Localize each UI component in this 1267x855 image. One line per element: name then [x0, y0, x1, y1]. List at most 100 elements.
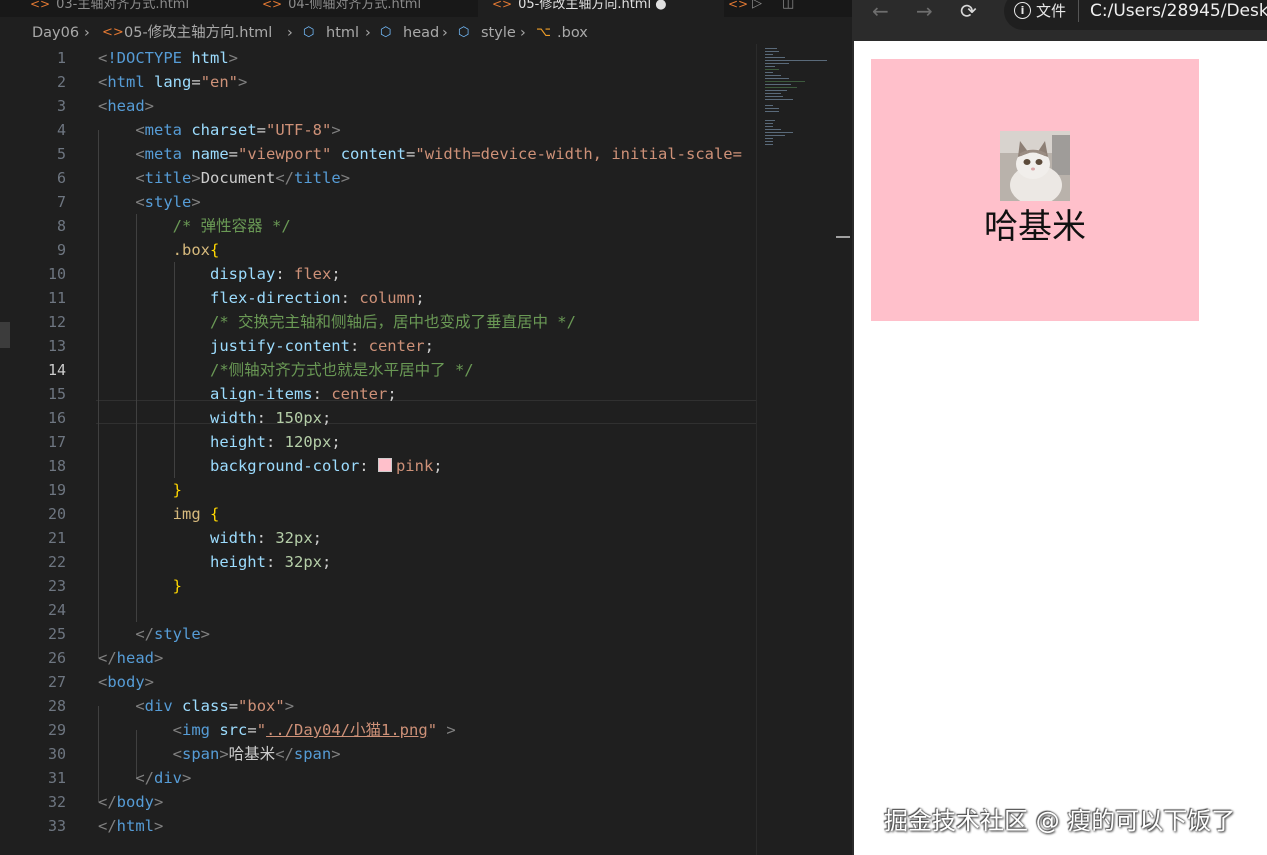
code-text: <head>	[98, 97, 155, 115]
code-text: </html>	[98, 817, 164, 835]
breadcrumb: Day06 › <> 05-修改主轴方向.html › ⬡ html › ⬡ h…	[0, 22, 852, 44]
minimap-line	[765, 87, 797, 88]
tab-label: 05-修改主轴方向.html	[518, 0, 652, 12]
code-text: }	[98, 577, 182, 595]
breadcrumb-folder[interactable]: Day06	[32, 22, 79, 44]
line-number: 4	[56, 121, 66, 139]
line-number: 29	[47, 721, 66, 739]
minimap-line	[765, 105, 773, 106]
minimap-line	[765, 129, 781, 130]
flex-box: 哈基米	[871, 59, 1199, 321]
minimap-line	[765, 132, 793, 133]
code-text: width: 32px;	[209, 529, 322, 547]
code-line: 3 <head>	[0, 94, 756, 118]
info-icon[interactable]: i	[1014, 2, 1031, 19]
minimap-line	[765, 54, 773, 55]
code-line: 21 width: 32px;	[0, 526, 756, 550]
file-scheme-chip[interactable]: 文件	[1036, 1, 1066, 21]
chevron-right-icon: ›	[84, 25, 90, 41]
scroll-position-marker[interactable]	[836, 236, 850, 238]
minimap-line	[765, 123, 773, 124]
tab-04[interactable]: <> 04-侧轴对齐方式.html	[262, 0, 421, 17]
breadcrumb-head[interactable]: head	[403, 22, 439, 44]
breadcrumb-box[interactable]: .box	[557, 22, 588, 44]
html-file-icon: <>	[492, 0, 513, 11]
line-number: 17	[47, 433, 66, 451]
address-bar[interactable]: i 文件 C:/Users/28945/Desk	[1004, 0, 1267, 30]
breadcrumb-style[interactable]: style	[481, 22, 516, 44]
code-text: <body>	[98, 673, 155, 691]
code-text: </body>	[98, 793, 164, 811]
code-line: 26 </head>	[0, 646, 756, 670]
code-editor[interactable]: <> 03-主轴对齐方式.html <> 04-侧轴对齐方式.html <> 05-修…	[0, 0, 852, 855]
minimap-line	[765, 135, 785, 136]
tab-overflow[interactable]: <>	[728, 0, 754, 17]
minimap[interactable]	[756, 44, 837, 855]
line-number: 21	[47, 529, 66, 547]
code-line: 20 img {	[0, 502, 756, 526]
code-line: 11 flex-direction: column;	[0, 286, 756, 310]
code-line: 22 height: 32px;	[0, 550, 756, 574]
color-swatch[interactable]	[377, 458, 392, 472]
browser-toolbar: ← → ⟳ i 文件 C:/Users/28945/Desk	[854, 0, 1267, 41]
line-number: 11	[47, 289, 66, 307]
cat-photo-icon	[1000, 131, 1070, 201]
back-arrow-icon[interactable]: ←	[872, 0, 889, 24]
code-text: <!DOCTYPE html>	[98, 49, 239, 67]
code-line: 2 <html lang="en">	[0, 70, 756, 94]
line-number: 22	[47, 553, 66, 571]
line-number: 10	[47, 265, 66, 283]
code-line: 29 <img src="../Day04/小猫1.png" >	[0, 718, 756, 742]
tab-label: 04-侧轴对齐方式.html	[288, 0, 422, 12]
code-line: 7 <style>	[0, 190, 756, 214]
line-number: 7	[56, 193, 66, 211]
line-number: 9	[56, 241, 66, 259]
line-number: 18	[47, 457, 66, 475]
line-number: 2	[56, 73, 66, 91]
vertical-scrollbar[interactable]	[836, 44, 852, 855]
minimap-line	[765, 51, 779, 52]
minimap-line	[765, 144, 773, 145]
code-text: /* 交换完主轴和侧轴后，居中也变成了垂直居中 */	[98, 313, 576, 331]
code-text: </div>	[135, 769, 192, 787]
line-number: 12	[47, 313, 66, 331]
chevron-right-icon: ›	[520, 25, 526, 41]
code-line: 1 <!DOCTYPE html>	[0, 46, 756, 70]
minimap-line	[765, 120, 775, 121]
forward-arrow-icon[interactable]: →	[916, 0, 933, 24]
tab-05[interactable]: <> 05-修改主轴方向.html ●	[478, 0, 724, 17]
line-number: 26	[47, 649, 66, 667]
code-text: <meta name="viewport" content="width=dev…	[135, 145, 742, 163]
code-text: display: flex;	[209, 265, 341, 283]
code-line: 32 </body>	[0, 790, 756, 814]
code-line: 18 background-color: pink;	[0, 454, 756, 478]
rendered-page: 哈基米 掘金技术社区 @ 瘦的可以下饭了	[854, 41, 1267, 855]
element-icon: ⬡	[380, 25, 392, 40]
code-text: background-color: pink;	[209, 457, 443, 475]
line-number: 25	[47, 625, 66, 643]
minimap-line	[765, 96, 783, 97]
unsaved-dot-icon[interactable]: ●	[655, 0, 666, 12]
tab-03[interactable]: <> 03-主轴对齐方式.html	[30, 0, 189, 17]
code-area[interactable]: 1 <!DOCTYPE html> 2 <html lang="en"> 3 <hea…	[0, 46, 756, 846]
line-number: 33	[47, 817, 66, 835]
reload-icon[interactable]: ⟳	[960, 0, 977, 24]
split-editor-icon[interactable]: ◫	[782, 0, 794, 17]
breadcrumb-html[interactable]: html	[326, 22, 359, 44]
html-file-icon: <>	[262, 0, 283, 11]
breadcrumb-file[interactable]: 05-修改主轴方向.html	[124, 22, 272, 44]
minimap-line	[765, 84, 791, 85]
line-number: 16	[47, 409, 66, 427]
cat-image	[1000, 131, 1070, 201]
line-number: 1	[56, 49, 66, 67]
run-icon[interactable]: ▷	[752, 0, 762, 17]
html-file-icon: <>	[728, 0, 749, 11]
minimap-line	[765, 57, 785, 58]
url-text[interactable]: C:/Users/28945/Desk	[1090, 0, 1267, 23]
code-line: 16 width: 150px;	[0, 406, 756, 430]
line-number: 24	[47, 601, 66, 619]
watermark: 掘金技术社区 @ 瘦的可以下饭了	[884, 807, 1236, 835]
tab-label: 03-主轴对齐方式.html	[56, 0, 190, 12]
minimap-line	[765, 69, 779, 70]
chevron-right-icon: ›	[287, 25, 293, 41]
